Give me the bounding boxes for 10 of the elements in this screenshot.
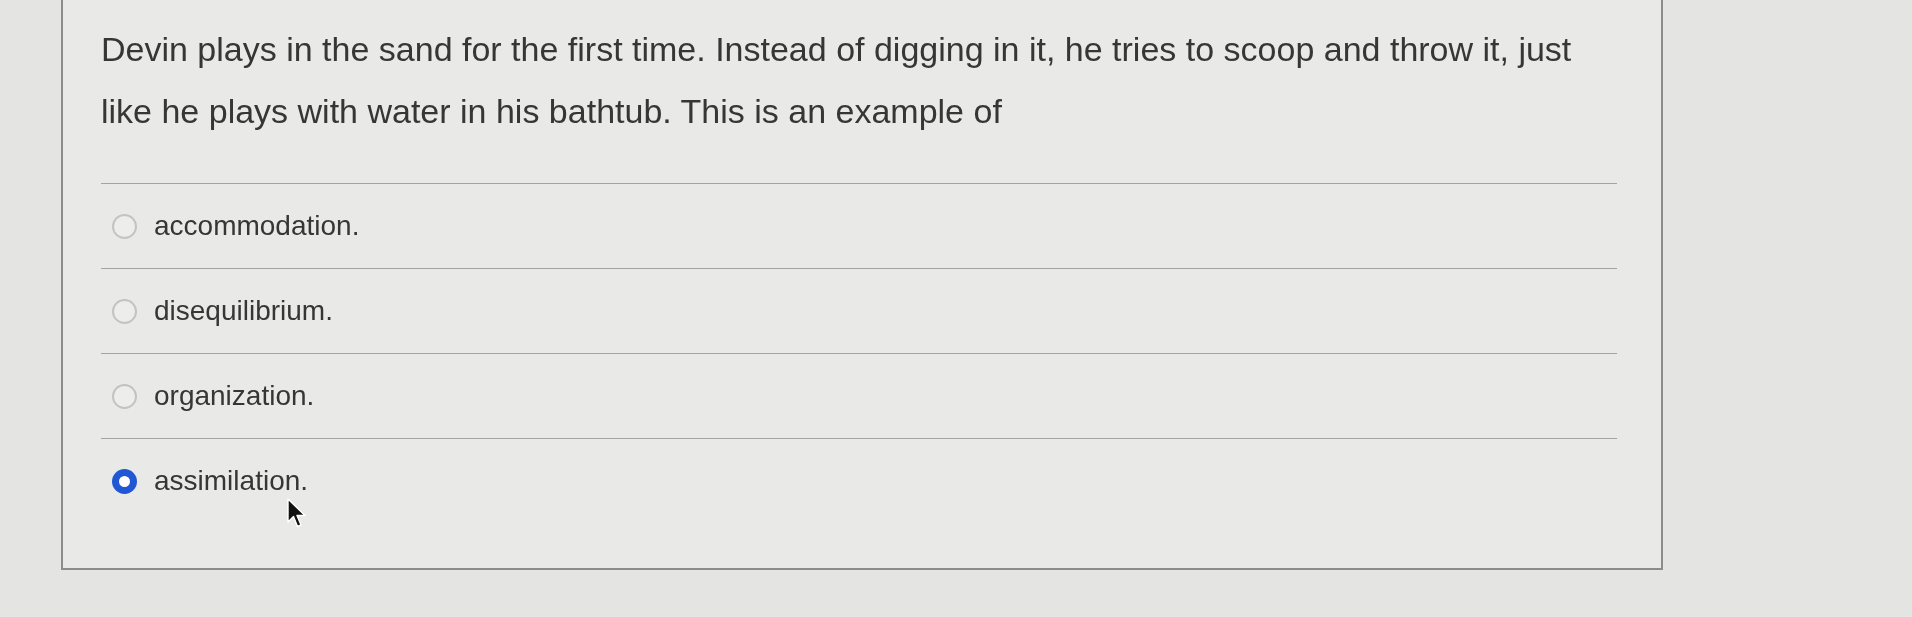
option-label[interactable]: accommodation.	[154, 212, 360, 240]
radio-button[interactable]	[112, 298, 137, 324]
option-label[interactable]: disequilibrium.	[154, 297, 333, 325]
option-label[interactable]: organization.	[154, 382, 315, 410]
option-label[interactable]: assimilation.	[154, 467, 309, 495]
question-text: Devin plays in the sand for the first time. Instead of digging in it, he tries to scoop and throw it, just like he plays with water in his bathtub. This is an example of	[101, 29, 1573, 132]
radio-button[interactable]	[112, 213, 137, 239]
radio-button[interactable]	[112, 468, 137, 494]
mouse-pointer-icon	[287, 498, 307, 528]
radio-button[interactable]	[112, 383, 137, 409]
